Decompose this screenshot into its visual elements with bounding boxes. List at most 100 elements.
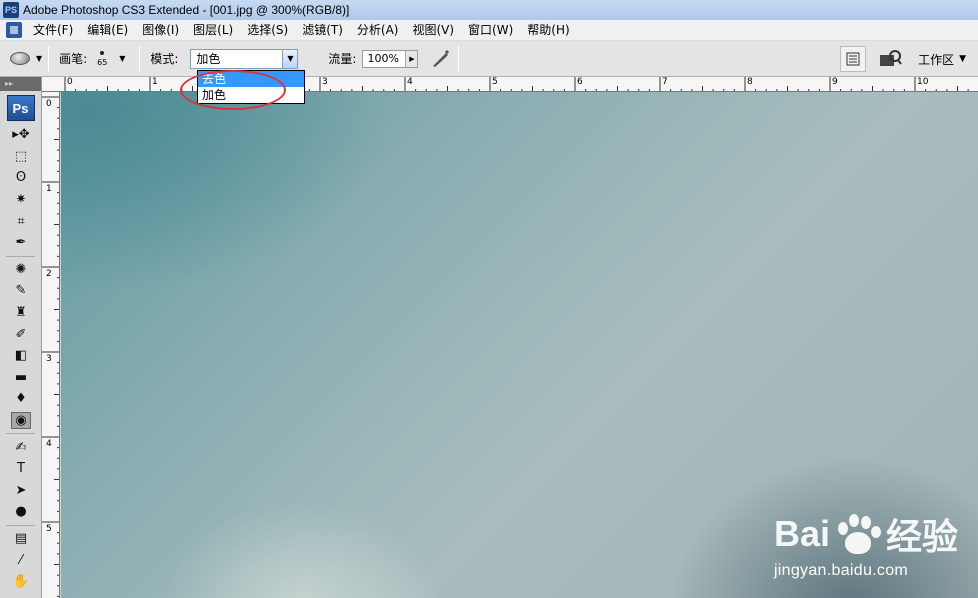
separator	[458, 45, 460, 72]
ruler-label: 8	[747, 77, 753, 87]
document-menu-icon[interactable]	[6, 22, 22, 38]
crop-tool-glyph: ⌗	[17, 213, 25, 229]
options-bar: ▼ 画笔: 65 ▼ 模式: 加色 ▼ 流量: 100% ▶ 工作区 ▼	[0, 41, 978, 77]
lasso-tool-icon[interactable]: ʘ	[0, 167, 42, 189]
ruler-label: 5	[492, 77, 498, 87]
flow-slider-arrow-icon[interactable]: ▶	[405, 50, 418, 67]
separator	[139, 45, 141, 72]
toolbox-grip[interactable]: ▸▸	[0, 77, 41, 91]
blur-tool-glyph: ♦	[15, 391, 27, 407]
baidu-watermark: Bai 经验 jingyan.baidu.com	[774, 508, 958, 580]
menu-view[interactable]: 视图(V)	[405, 20, 461, 41]
menu-image[interactable]: 图像(I)	[135, 20, 186, 41]
flow-value: 100%	[367, 52, 399, 65]
ruler-label: 2	[46, 269, 52, 279]
history-brush-tool-icon[interactable]: ✐	[0, 323, 42, 345]
ruler-label: 10	[917, 77, 929, 87]
healing-brush-tool-icon[interactable]: ✺	[0, 259, 42, 281]
pen-tool-glyph: ✍	[15, 439, 27, 455]
window-title: Adobe Photoshop CS3 Extended - [001.jpg …	[23, 3, 350, 17]
menu-help[interactable]: 帮助(H)	[520, 20, 576, 41]
airbrush-icon[interactable]	[430, 48, 452, 70]
menu-analysis[interactable]: 分析(A)	[350, 20, 406, 41]
menu-window[interactable]: 窗口(W)	[461, 20, 520, 41]
clone-stamp-tool-glyph: ♜	[15, 305, 27, 321]
hand-tool-icon[interactable]: ✋	[0, 571, 42, 593]
toolbox-divider	[6, 433, 35, 435]
sponge-tool-glyph: ◉	[11, 412, 31, 430]
eyedropper2-tool-glyph: ⁄	[19, 552, 23, 568]
title-bar: PS Adobe Photoshop CS3 Extended - [001.j…	[0, 0, 978, 20]
photoshop-app-icon: PS	[3, 2, 19, 18]
path-selection-tool-icon[interactable]: ➤	[0, 480, 42, 502]
sponge-tool-icon[interactable]: ◉	[0, 410, 42, 432]
brush-label: 画笔:	[59, 52, 88, 66]
marquee-tool-icon[interactable]: ⬚	[0, 146, 42, 168]
clone-stamp-tool-icon[interactable]: ♜	[0, 302, 42, 324]
eraser-tool-icon[interactable]: ◧	[0, 345, 42, 367]
workspace-menu-button[interactable]: 工作区 ▼	[918, 51, 966, 68]
toolbox: ▸▸ Ps ▸✥ ⬚ ʘ ✷ ⌗ ✒ ✺ ✎ ♜ ✐ ◧ ▬ ♦ ◉ ✍ T ➤ ● ▤ ⁄ ✋	[0, 77, 42, 598]
brush-picker[interactable]: 65	[91, 46, 113, 72]
ruler-label: 5	[46, 524, 52, 534]
move-tool-icon[interactable]: ▸✥	[0, 124, 42, 146]
ruler-label: 9	[832, 77, 838, 87]
notes-tool-icon[interactable]: ▤	[0, 528, 42, 550]
brush-size: 65	[97, 57, 108, 67]
menu-filter[interactable]: 滤镜(T)	[295, 20, 350, 41]
palette-well-icon[interactable]	[840, 46, 867, 72]
menu-bar: 文件(F) 编辑(E) 图像(I) 图层(L) 选择(S) 滤镜(T) 分析(A…	[0, 20, 978, 41]
gradient-tool-icon[interactable]: ▬	[0, 367, 42, 389]
toolbox-divider	[6, 255, 35, 257]
chevron-down-icon: ▼	[959, 54, 966, 64]
marquee-tool-glyph: ⬚	[14, 148, 28, 164]
brush-dropdown-arrow-icon[interactable]: ▼	[119, 54, 125, 63]
brush-tool-icon[interactable]: ✎	[0, 280, 42, 302]
history-brush-tool-glyph: ✐	[15, 326, 27, 342]
ellipse-tool-glyph: ●	[15, 504, 27, 520]
tool-preset-picker[interactable]: ▼	[10, 52, 42, 65]
mode-select-value: 加色	[196, 52, 221, 66]
ellipse-tool-icon[interactable]: ●	[0, 501, 42, 523]
ps-badge[interactable]: Ps	[6, 95, 35, 121]
mode-select[interactable]: 加色 ▼	[190, 48, 299, 69]
type-tool-icon[interactable]: T	[0, 458, 42, 480]
chevron-down-icon: ▼	[36, 54, 43, 63]
type-tool-glyph: T	[17, 461, 25, 477]
eyedropper-tool-icon[interactable]: ✒	[0, 232, 42, 254]
watermark-url: jingyan.baidu.com	[773, 562, 909, 579]
brush-tool-glyph: ✎	[15, 283, 27, 299]
bridge-icon[interactable]	[876, 46, 904, 72]
chevron-down-icon[interactable]: ▼	[282, 49, 298, 68]
image-canvas[interactable]: Bai 经验 jingyan.baidu.com	[61, 92, 978, 598]
menu-edit[interactable]: 编辑(E)	[80, 20, 135, 41]
workspace-label: 工作区	[918, 52, 955, 67]
toolbox-divider	[6, 524, 35, 526]
sponge-preset-icon	[10, 52, 30, 65]
hand-tool-glyph: ✋	[12, 574, 30, 590]
menu-layer[interactable]: 图层(L)	[186, 20, 240, 41]
lasso-tool-glyph: ʘ	[15, 170, 27, 186]
crop-tool-icon[interactable]: ⌗	[0, 210, 42, 232]
ruler-label: 4	[46, 439, 52, 449]
ruler-label: 0	[67, 77, 73, 87]
right-tools: 工作区 ▼	[840, 45, 966, 73]
separator	[48, 45, 50, 72]
path-selection-tool-glyph: ➤	[15, 482, 27, 498]
flow-input[interactable]: 100% ▶	[362, 49, 419, 68]
watermark-brand: Bai	[773, 513, 830, 554]
mode-label: 模式:	[150, 52, 179, 66]
gradient-tool-glyph: ▬	[14, 369, 28, 385]
magic-wand-tool-glyph: ✷	[15, 192, 27, 208]
ruler-label: 3	[322, 77, 328, 87]
pen-tool-icon[interactable]: ✍	[0, 436, 42, 458]
tool-list: ▸✥ ⬚ ʘ ✷ ⌗ ✒ ✺ ✎ ♜ ✐ ◧ ▬ ♦ ◉ ✍ T ➤ ● ▤ ⁄ ✋	[0, 124, 41, 592]
menu-select[interactable]: 选择(S)	[240, 20, 295, 41]
menu-file[interactable]: 文件(F)	[26, 20, 80, 41]
ruler-ticks	[42, 96, 59, 597]
blur-tool-icon[interactable]: ♦	[0, 388, 42, 410]
eyedropper2-tool-icon[interactable]: ⁄	[0, 549, 42, 571]
ruler-label: 7	[662, 77, 668, 87]
magic-wand-tool-icon[interactable]: ✷	[0, 189, 42, 211]
ruler-label: 1	[152, 77, 158, 87]
